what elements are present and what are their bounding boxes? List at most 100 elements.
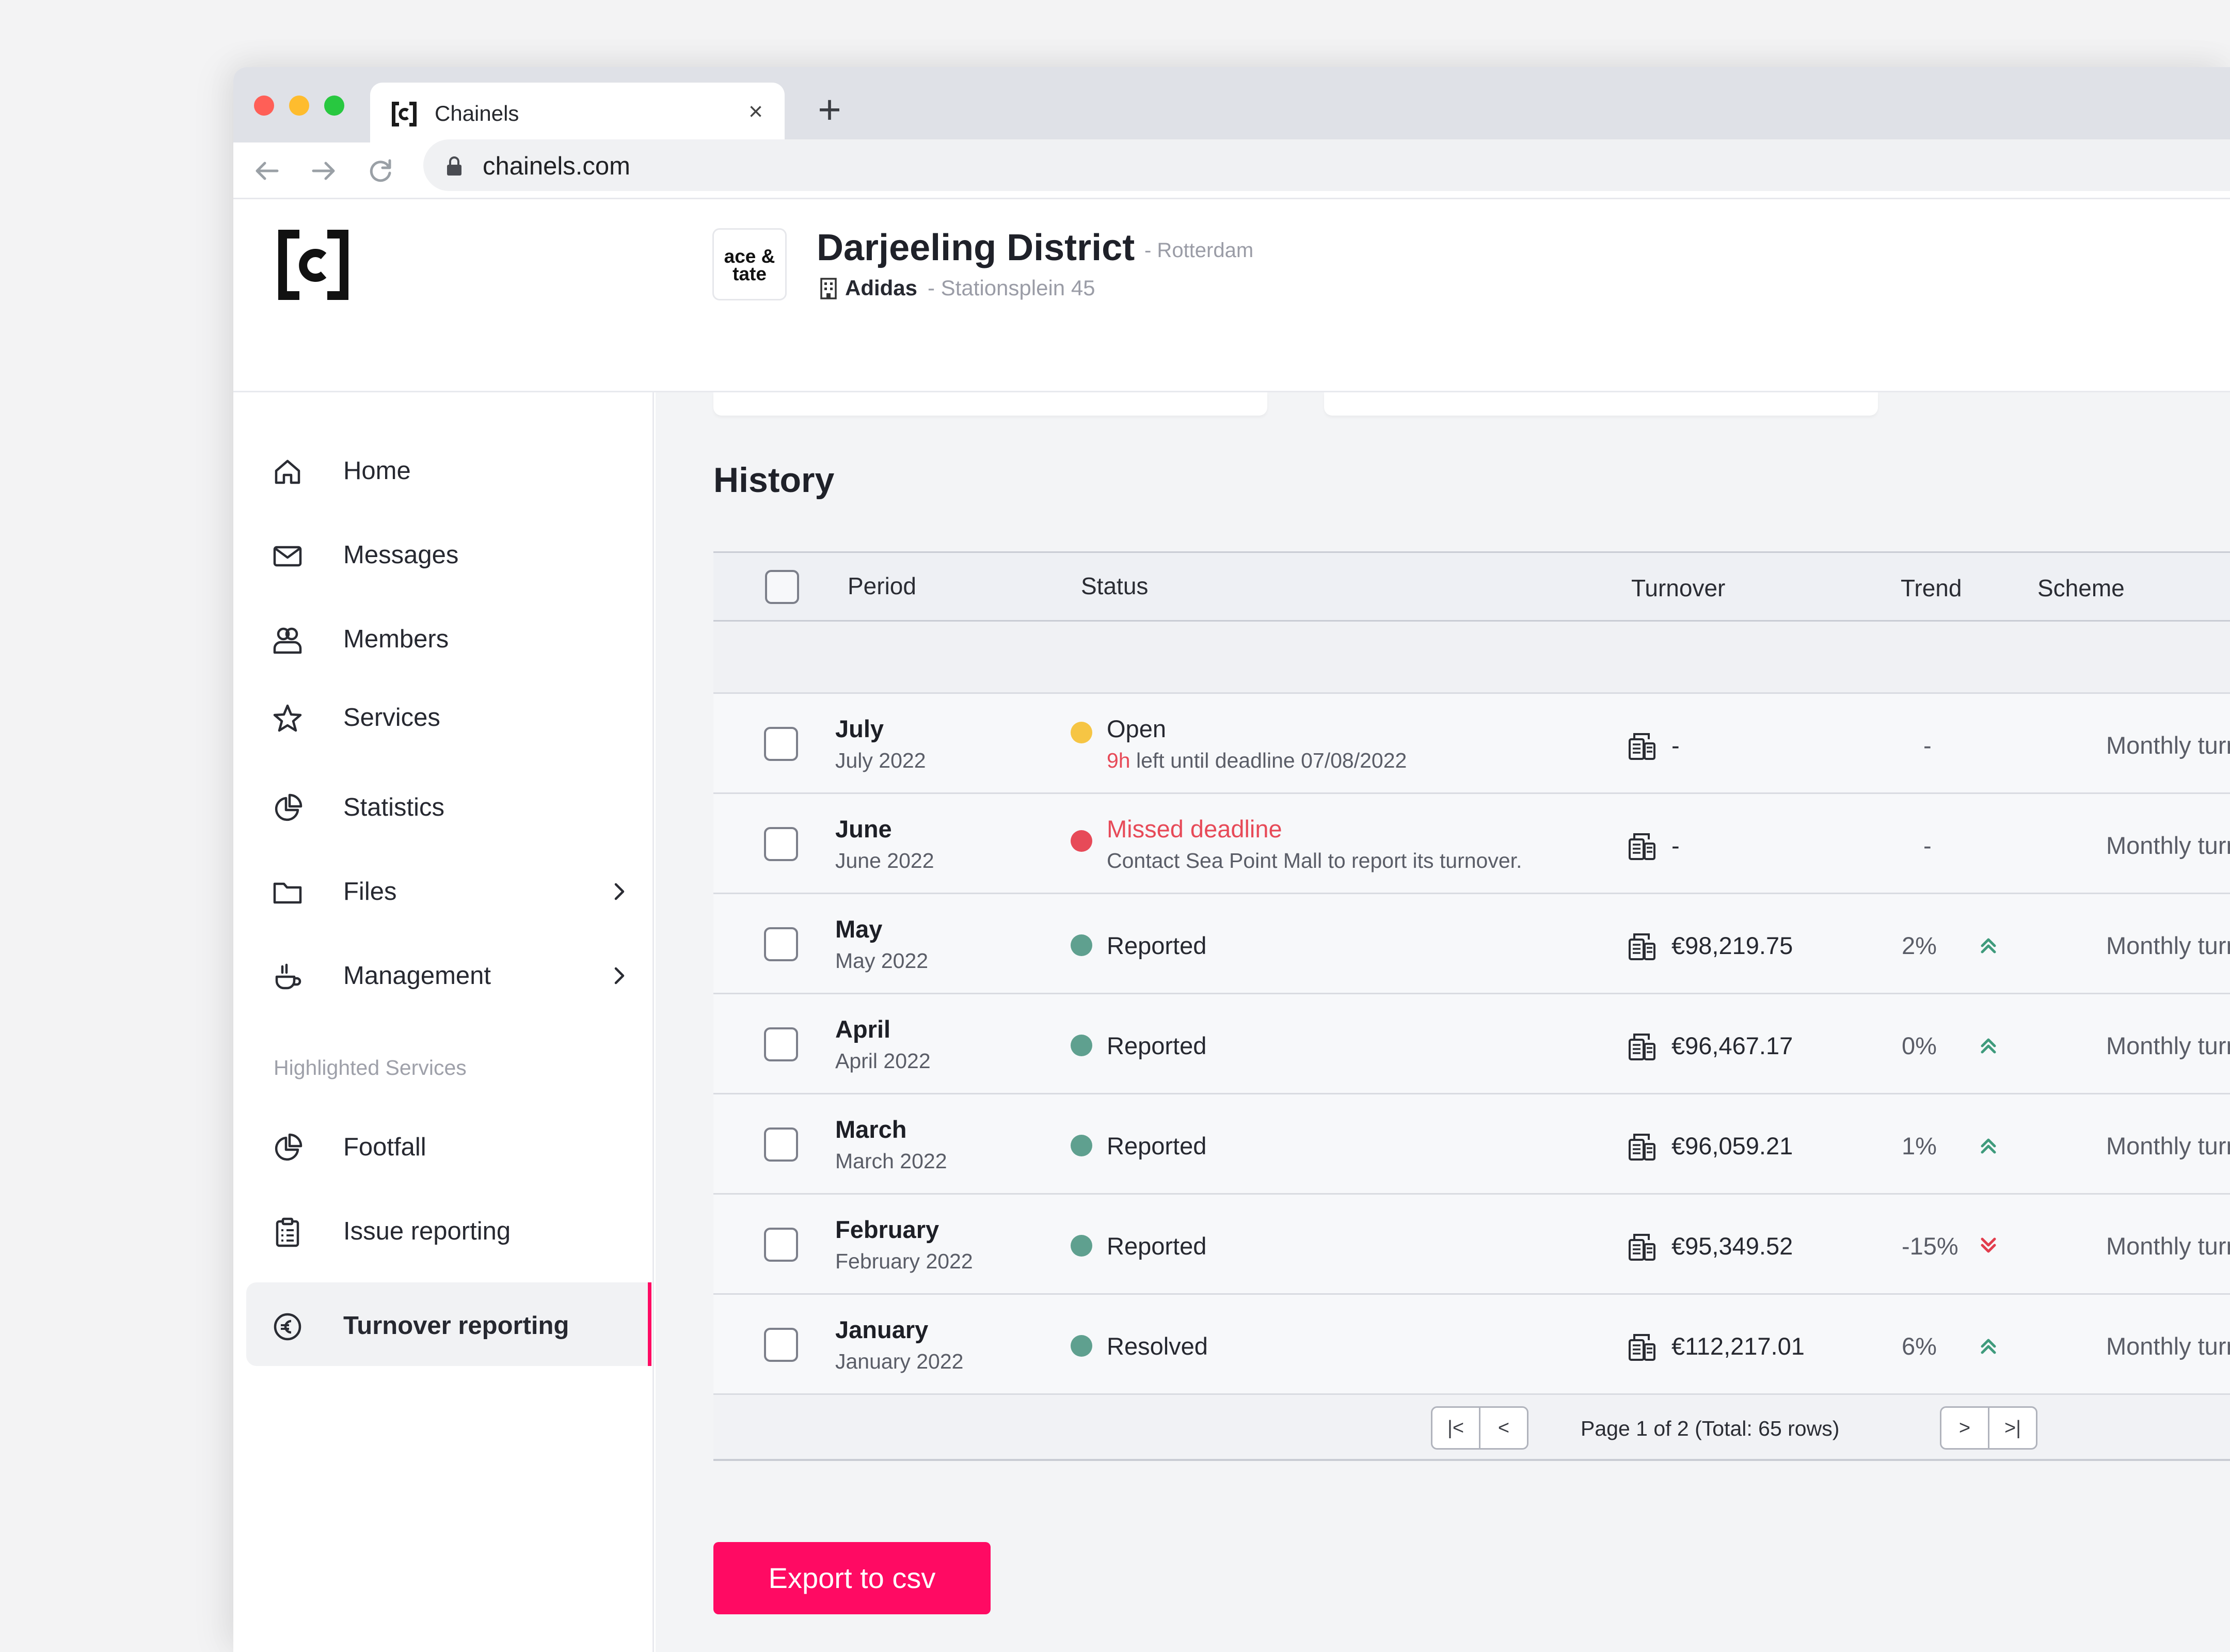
reload-icon[interactable] [365,155,396,186]
url-text: chainels.com [483,152,630,180]
turnover-value: €98,219.75 [1671,932,1793,959]
turnover-value: €95,349.52 [1671,1232,1793,1260]
status-dot-resolved [1071,1335,1092,1357]
period-date: June 2022 [835,849,934,872]
folder-icon [273,882,302,904]
cash-register-icon [1629,933,1655,960]
row-checkbox[interactable] [764,1127,798,1162]
chainels-favicon-icon [392,102,417,126]
status-detail: Contact Sea Point Mall to report its tur… [1107,849,1522,872]
clipboard-icon [276,1217,299,1247]
mall-name: Darjeeling District [817,227,1135,268]
table-row[interactable]: June June 2022 Missed deadline Contact S… [713,794,2230,894]
sidebar-item-statistics[interactable]: Statistics [246,764,651,848]
page-info: Page 1 of 2 (Total: 65 rows) [1581,1417,1840,1440]
sidebar-item-services[interactable]: Services [246,674,651,758]
cash-register-icon [1629,833,1655,860]
back-arrow-icon[interactable] [251,155,282,186]
trend-value: - [1923,732,1932,759]
next-page-button[interactable]: > [1940,1406,1989,1450]
sidebar: Home Messages Members Services Statistic… [233,392,654,1652]
cash-register-icon [1629,733,1655,760]
chevron-right-icon [614,967,625,984]
turnover-value: - [1671,832,1680,859]
previous-page-button[interactable]: < [1479,1406,1528,1450]
hours-left: 9h [1107,749,1130,772]
chevron-right-icon [614,883,625,900]
sidebar-item-members[interactable]: Members [246,596,651,679]
scheme-value: Monthly turnove [2106,1032,2230,1059]
export-csv-button[interactable]: Export to csv [713,1542,991,1614]
browser-tab[interactable]: Chainels × [370,83,785,142]
row-checkbox[interactable] [764,1228,798,1262]
column-header-period[interactable]: Period [848,571,916,600]
chainels-logo-icon[interactable] [276,227,351,303]
table-row[interactable]: March March 2022 Reported €96,059.21 1% … [713,1094,2230,1195]
scheme-value: Monthly turnove [2106,732,2230,759]
column-header-status[interactable]: Status [1081,571,1148,600]
forward-arrow-icon[interactable] [308,155,339,186]
status-dot-open [1071,722,1092,743]
column-header-scheme[interactable]: Scheme [2037,574,2125,602]
status-label: Reported [1107,1132,1207,1159]
period-label: July [835,715,884,742]
trend-value: 1% [1902,1132,1937,1159]
cash-register-icon [1629,1234,1655,1261]
period-date: January 2022 [835,1349,964,1373]
maximize-window-button[interactable] [324,96,344,116]
trend-value: -15% [1902,1232,1958,1260]
status-label: Resolved [1107,1332,1208,1360]
sidebar-item-footfall[interactable]: Footfall [246,1104,651,1187]
scheme-value: Monthly turnove [2106,1132,2230,1159]
column-header-trend[interactable]: Trend [1901,574,1962,602]
sidebar-item-files[interactable]: Files [246,848,651,932]
turnover-value: €96,467.17 [1671,1032,1793,1059]
row-checkbox[interactable] [764,927,798,961]
table-row[interactable]: July July 2022 Open 9h left until deadli… [713,694,2230,794]
row-checkbox[interactable] [764,1027,798,1061]
tab-close-icon[interactable]: × [743,99,769,125]
members-icon [273,627,302,654]
euro-icon [274,1313,301,1341]
sidebar-item-issue-reporting[interactable]: Issue reporting [246,1188,651,1272]
summary-card [1324,392,1878,416]
table-row[interactable]: February February 2022 Reported €95,349.… [713,1195,2230,1295]
close-window-button[interactable] [254,96,274,116]
row-checkbox[interactable] [764,727,798,761]
trend-value: - [1923,832,1932,859]
column-header-turnover[interactable]: Turnover [1631,574,1725,602]
last-page-button[interactable]: >| [1988,1406,2037,1450]
row-checkbox[interactable] [764,1328,798,1362]
first-page-button[interactable]: |< [1431,1406,1480,1450]
scheme-value: Monthly turnove [2106,1232,2230,1260]
select-all-checkbox[interactable] [765,570,799,604]
period-label: May [835,915,883,943]
minimize-window-button[interactable] [289,96,309,116]
row-checkbox[interactable] [764,827,798,861]
trend-up-icon [1981,1138,1996,1154]
sidebar-item-turnover-reporting[interactable]: Turnover reporting [246,1282,651,1366]
sidebar-item-management[interactable]: Management [246,932,651,1016]
period-date: March 2022 [835,1149,947,1173]
tab-bar: Chainels × + [233,67,2230,142]
tab-title: Chainels [435,101,519,125]
status-dot-reported [1071,1035,1092,1056]
browser-window: Chainels × + chainels.com ace & tate Dar… [233,67,2230,1652]
table-header: Period Status Turnover Trend Scheme [713,551,2230,622]
sidebar-item-messages[interactable]: Messages [246,512,651,595]
scheme-value: Monthly turnove [2106,1332,2230,1360]
sidebar-item-home[interactable]: Home [246,427,651,511]
table-row[interactable]: May May 2022 Reported €98,219.75 2% Mont… [713,894,2230,994]
status-label: Reported [1107,1032,1207,1059]
turnover-value: €96,059.21 [1671,1132,1793,1159]
table-row[interactable]: April April 2022 Reported €96,467.17 0% … [713,994,2230,1094]
status-label: Open [1107,715,1166,742]
status-dot-reported [1071,1135,1092,1156]
status-detail: 9h left until deadline 07/08/2022 [1107,749,1407,772]
new-tab-button[interactable]: + [809,89,850,130]
url-field[interactable] [423,139,2230,191]
pagination: |< < Page 1 of 2 (Total: 65 rows) > >| [713,1395,2230,1461]
turnover-value: - [1671,732,1680,759]
period-date: April 2022 [835,1049,931,1073]
table-row[interactable]: January January 2022 Resolved €112,217.0… [713,1295,2230,1395]
